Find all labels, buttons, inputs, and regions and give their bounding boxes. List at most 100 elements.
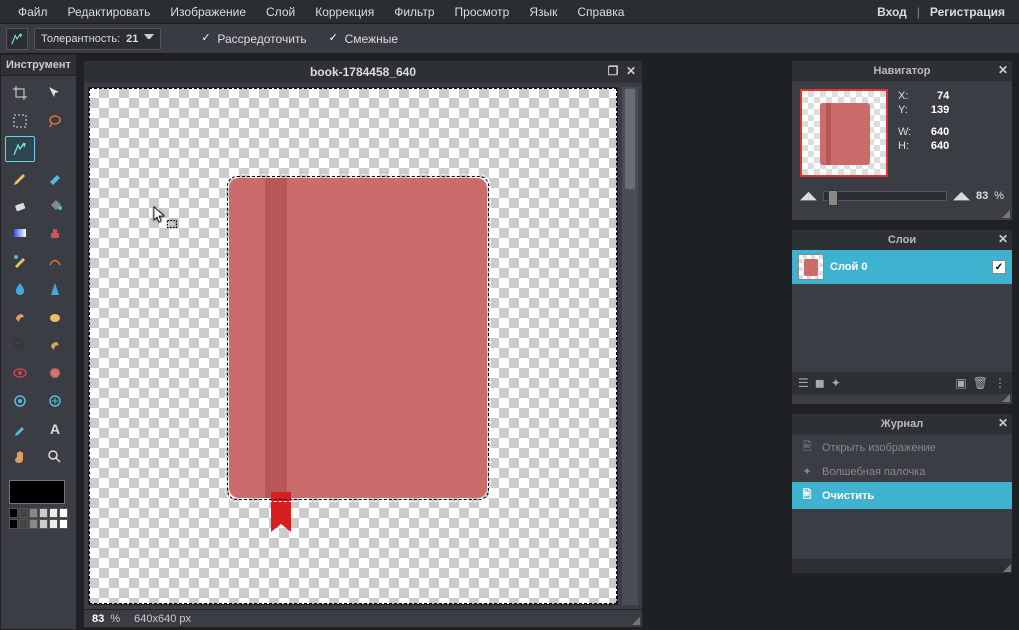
menu-view[interactable]: Просмотр bbox=[445, 1, 520, 23]
zoom-in-icon[interactable]: ◢◣ bbox=[953, 189, 970, 202]
palette bbox=[1, 508, 76, 537]
magic-wand-tool[interactable] bbox=[5, 136, 35, 162]
menu-layer[interactable]: Слой bbox=[256, 1, 305, 23]
tolerance-control[interactable]: Толерантность: 21 bbox=[34, 28, 161, 50]
layer-settings-icon[interactable]: ☰ bbox=[798, 376, 809, 390]
nav-w-value: 640 bbox=[921, 126, 949, 138]
auth-area: Вход | Регистрация bbox=[871, 1, 1011, 23]
layer-menu-icon[interactable]: ⋮ bbox=[994, 376, 1006, 390]
antialias-checkbox[interactable]: Рассредоточить bbox=[193, 32, 314, 46]
resize-handle-icon[interactable] bbox=[632, 617, 640, 625]
palette-swatch[interactable] bbox=[59, 508, 68, 518]
new-layer-icon[interactable]: ▣ bbox=[955, 376, 966, 390]
menu-help[interactable]: Справка bbox=[567, 1, 634, 23]
contiguous-checkbox[interactable]: Смежные bbox=[321, 32, 406, 46]
nav-x-value: 74 bbox=[921, 90, 949, 102]
bucket-tool[interactable] bbox=[40, 192, 70, 218]
palette-swatch[interactable] bbox=[39, 519, 48, 529]
layers-footer: ☰ ◼ ✦ ▣ 🗑 ⋮ bbox=[792, 372, 1012, 394]
history-item[interactable]: ✦Волшебная палочка bbox=[792, 461, 1012, 482]
login-link[interactable]: Вход bbox=[871, 1, 913, 23]
register-link[interactable]: Регистрация bbox=[924, 1, 1011, 23]
canvas-viewport[interactable] bbox=[88, 87, 618, 605]
bloat-tool[interactable] bbox=[5, 388, 35, 414]
menu-adjust[interactable]: Коррекция bbox=[305, 1, 384, 23]
crop-tool[interactable] bbox=[5, 80, 35, 106]
gradient-tool[interactable] bbox=[5, 220, 35, 246]
close-icon[interactable]: ✕ bbox=[998, 232, 1008, 246]
maximize-icon[interactable]: ❐ bbox=[606, 64, 620, 78]
document-title: book-1784458_640 bbox=[310, 65, 416, 79]
resize-handle-icon[interactable] bbox=[1002, 394, 1010, 402]
clone-tool[interactable] bbox=[40, 220, 70, 246]
close-icon[interactable]: ✕ bbox=[998, 63, 1008, 77]
palette-swatch[interactable] bbox=[49, 508, 58, 518]
layer-mask-icon[interactable]: ◼ bbox=[815, 376, 825, 390]
palette-swatch[interactable] bbox=[9, 508, 18, 518]
chevron-down-icon[interactable] bbox=[144, 34, 154, 44]
menu-lang[interactable]: Язык bbox=[519, 1, 567, 23]
spot-heal-tool[interactable] bbox=[40, 360, 70, 386]
menu-image[interactable]: Изображение bbox=[160, 1, 256, 23]
layers-panel: Слои ✕ Слой 0 ✓ ☰ ◼ ✦ ▣ 🗑 ⋮ bbox=[791, 229, 1013, 405]
palette-swatch[interactable] bbox=[9, 519, 18, 529]
zoom-slider[interactable] bbox=[823, 191, 947, 201]
close-icon[interactable]: ✕ bbox=[624, 64, 638, 78]
auth-separator: | bbox=[913, 5, 924, 19]
palette-swatch[interactable] bbox=[49, 519, 58, 529]
lasso-tool[interactable] bbox=[40, 108, 70, 134]
resize-handle-icon[interactable] bbox=[1003, 564, 1011, 572]
empty-tool-slot bbox=[40, 136, 70, 162]
vertical-scrollbar[interactable] bbox=[622, 87, 638, 605]
sponge-tool[interactable] bbox=[40, 304, 70, 330]
layer-row[interactable]: Слой 0 ✓ bbox=[792, 250, 1012, 284]
type-tool[interactable]: A bbox=[40, 416, 70, 442]
redeye-tool[interactable] bbox=[5, 360, 35, 386]
menu-edit[interactable]: Редактировать bbox=[58, 1, 161, 23]
palette-swatch[interactable] bbox=[19, 508, 28, 518]
delete-layer-icon[interactable]: 🗑 bbox=[973, 376, 988, 390]
contiguous-label: Смежные bbox=[345, 32, 398, 46]
blur-tool[interactable] bbox=[5, 276, 35, 302]
palette-swatch[interactable] bbox=[29, 508, 38, 518]
move-tool[interactable] bbox=[40, 80, 70, 106]
smudge-tool[interactable] bbox=[5, 304, 35, 330]
close-icon[interactable]: ✕ bbox=[998, 416, 1008, 430]
palette-swatch[interactable] bbox=[29, 519, 38, 529]
color-replace-tool[interactable] bbox=[5, 248, 35, 274]
pencil-tool[interactable] bbox=[5, 164, 35, 190]
navigator-thumbnail[interactable] bbox=[800, 89, 888, 177]
dodge-tool[interactable] bbox=[5, 332, 35, 358]
antialias-label: Рассредоточить bbox=[217, 32, 306, 46]
palette-swatch[interactable] bbox=[19, 519, 28, 529]
palette-swatch[interactable] bbox=[59, 519, 68, 529]
foreground-color[interactable] bbox=[9, 480, 65, 504]
eraser-tool[interactable] bbox=[5, 192, 35, 218]
history-item[interactable]: 🖹Открыть изображение bbox=[792, 434, 1012, 461]
nav-w-label: W: bbox=[898, 126, 911, 138]
menu-filter[interactable]: Фильтр bbox=[384, 1, 444, 23]
pinch-tool[interactable] bbox=[40, 388, 70, 414]
options-bar: Толерантность: 21 Рассредоточить Смежные bbox=[0, 24, 1019, 54]
hand-tool[interactable] bbox=[5, 444, 35, 470]
marquee-tool[interactable] bbox=[5, 108, 35, 134]
check-icon bbox=[201, 33, 213, 45]
tolerance-label: Толерантность: bbox=[41, 33, 120, 45]
history-item-label: Открыть изображение bbox=[822, 442, 936, 454]
layer-visibility-checkbox[interactable]: ✓ bbox=[992, 260, 1006, 274]
resize-handle-icon[interactable] bbox=[1002, 210, 1010, 218]
document-titlebar[interactable]: book-1784458_640 ❐ ✕ bbox=[84, 61, 642, 83]
palette-swatch[interactable] bbox=[39, 508, 48, 518]
history-item[interactable]: 🖹Очистить bbox=[792, 482, 1012, 509]
nav-h-value: 640 bbox=[921, 140, 949, 152]
zoom-out-icon[interactable]: ◢◣ bbox=[800, 189, 817, 202]
menu-file[interactable]: Файл bbox=[8, 1, 58, 23]
draw-tool[interactable] bbox=[40, 248, 70, 274]
zoom-tool[interactable] bbox=[40, 444, 70, 470]
layer-style-icon[interactable]: ✦ bbox=[831, 376, 841, 390]
color-swatch[interactable] bbox=[1, 474, 76, 508]
eyedropper-tool[interactable] bbox=[5, 416, 35, 442]
burn-tool[interactable] bbox=[40, 332, 70, 358]
sharpen-tool[interactable] bbox=[40, 276, 70, 302]
brush-tool[interactable] bbox=[40, 164, 70, 190]
